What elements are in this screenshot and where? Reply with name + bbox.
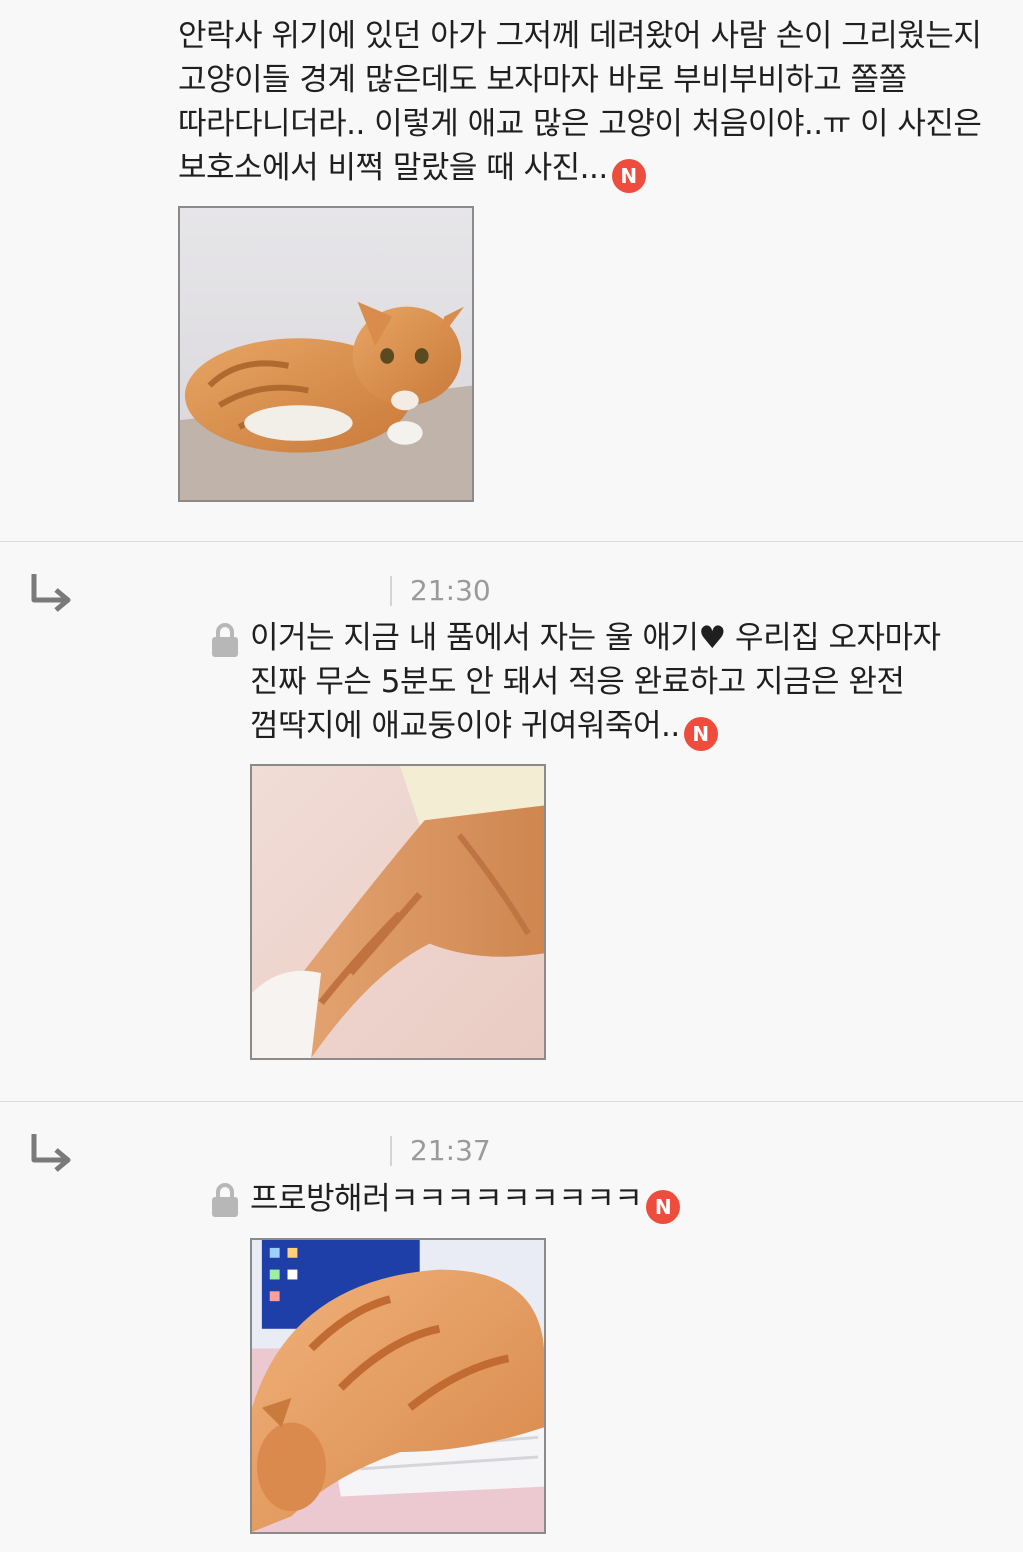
reply-arrow-icon [31, 574, 71, 612]
comment-text: 안락사 위기에 있던 아가 그저께 데려왔어 사람 손이 그리웠는지 고양이들 … [178, 14, 1008, 193]
comment-timestamp: 21:30 [390, 576, 491, 606]
new-badge-icon: N [611, 159, 646, 193]
lock-icon [212, 1183, 238, 1217]
lock-icon [212, 623, 238, 657]
comment-timestamp: 21:37 [390, 1136, 491, 1166]
comment-body: 안락사 위기에 있던 아가 그저께 데려왔어 사람 손이 그리웠는지 고양이들 … [178, 18, 982, 186]
new-badge-icon: N [646, 1190, 681, 1224]
comment-photo[interactable] [178, 206, 474, 502]
comment-text: 프로방해러ㅋㅋㅋㅋㅋㅋㅋㅋㅋ N [250, 1177, 1000, 1224]
comment-body: 이거는 지금 내 품에서 자는 울 애기♥ 우리집 오자마자 진짜 무슨 5분도… [250, 620, 941, 744]
divider [0, 541, 1023, 542]
reply-arrow-icon [31, 1134, 71, 1172]
divider [0, 1101, 1023, 1102]
comment-body: 프로방해러ㅋㅋㅋㅋㅋㅋㅋㅋㅋ [250, 1181, 643, 1217]
comment-thread: 안락사 위기에 있던 아가 그저께 데려왔어 사람 손이 그리웠는지 고양이들 … [0, 0, 1023, 1552]
comment-photo[interactable] [250, 764, 546, 1060]
comment-text: 이거는 지금 내 품에서 자는 울 애기♥ 우리집 오자마자 진짜 무슨 5분도… [250, 616, 1000, 751]
new-badge-icon: N [683, 717, 718, 751]
comment-photo[interactable] [250, 1238, 546, 1534]
